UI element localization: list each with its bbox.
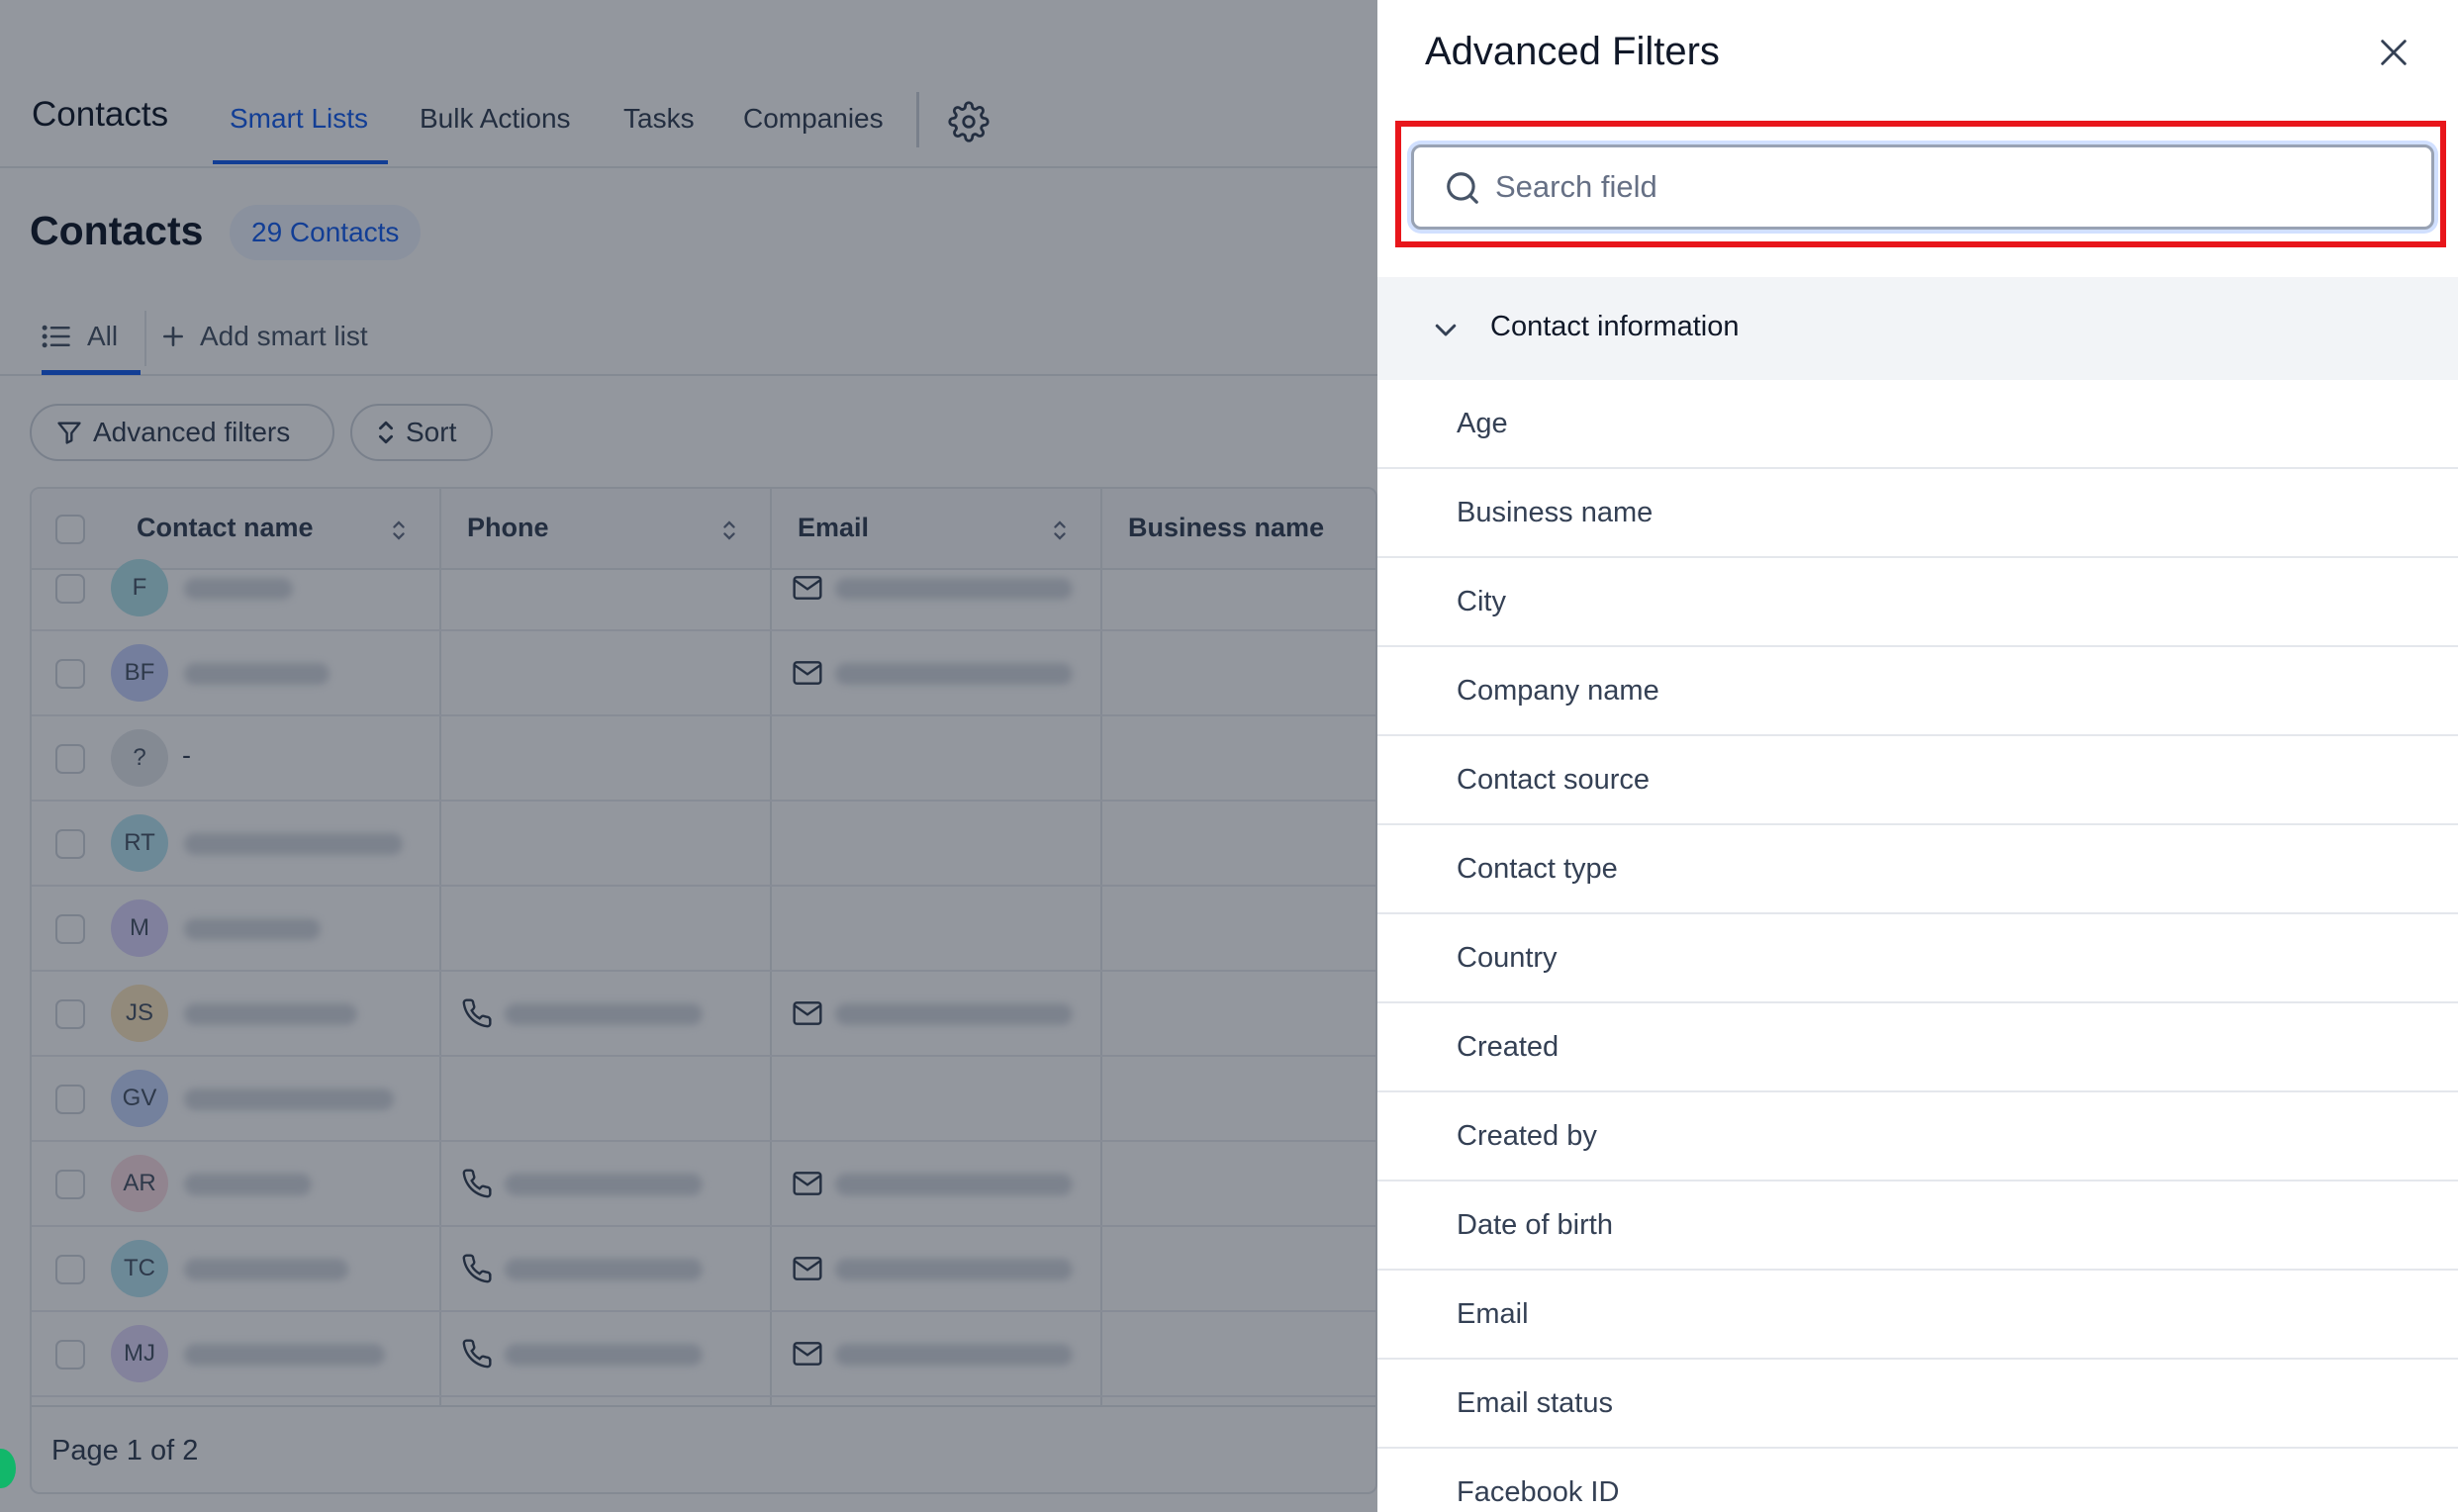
section-header-contact-information[interactable]: Contact information bbox=[1377, 277, 2458, 380]
drawer-title: Advanced Filters bbox=[1425, 30, 1720, 73]
section-label: Contact information bbox=[1490, 311, 1740, 342]
advanced-filters-drawer: Advanced Filters Contact information Age… bbox=[1377, 0, 2458, 1512]
filter-field-item[interactable]: Business name bbox=[1377, 469, 2458, 558]
filter-field-item[interactable]: Contact type bbox=[1377, 825, 2458, 914]
field-list: Age Business name City Company name Contact … bbox=[1377, 380, 2458, 1512]
chevron-down-icon bbox=[1435, 324, 1457, 336]
filter-field-item[interactable]: Created by bbox=[1377, 1092, 2458, 1181]
filter-field-item[interactable]: Email bbox=[1377, 1271, 2458, 1360]
search-icon bbox=[1447, 172, 1478, 204]
modal-backdrop[interactable] bbox=[0, 0, 1377, 1512]
filter-field-item[interactable]: Facebook ID bbox=[1377, 1449, 2458, 1512]
filter-field-item[interactable]: Email status bbox=[1377, 1360, 2458, 1449]
filter-field-item[interactable]: City bbox=[1377, 558, 2458, 647]
search-field-container[interactable] bbox=[1411, 144, 2434, 230]
filter-field-item[interactable]: Date of birth bbox=[1377, 1181, 2458, 1271]
filter-field-item[interactable]: Country bbox=[1377, 914, 2458, 1003]
search-field-input[interactable] bbox=[1495, 161, 2386, 213]
filter-field-item[interactable]: Contact source bbox=[1377, 736, 2458, 825]
filter-field-item[interactable]: Age bbox=[1377, 380, 2458, 469]
close-icon[interactable] bbox=[2377, 36, 2411, 69]
contacts-app: Contacts Smart Lists Bulk Actions Tasks … bbox=[0, 0, 1377, 1512]
filter-field-item[interactable]: Company name bbox=[1377, 647, 2458, 736]
filter-field-item[interactable]: Created bbox=[1377, 1003, 2458, 1092]
